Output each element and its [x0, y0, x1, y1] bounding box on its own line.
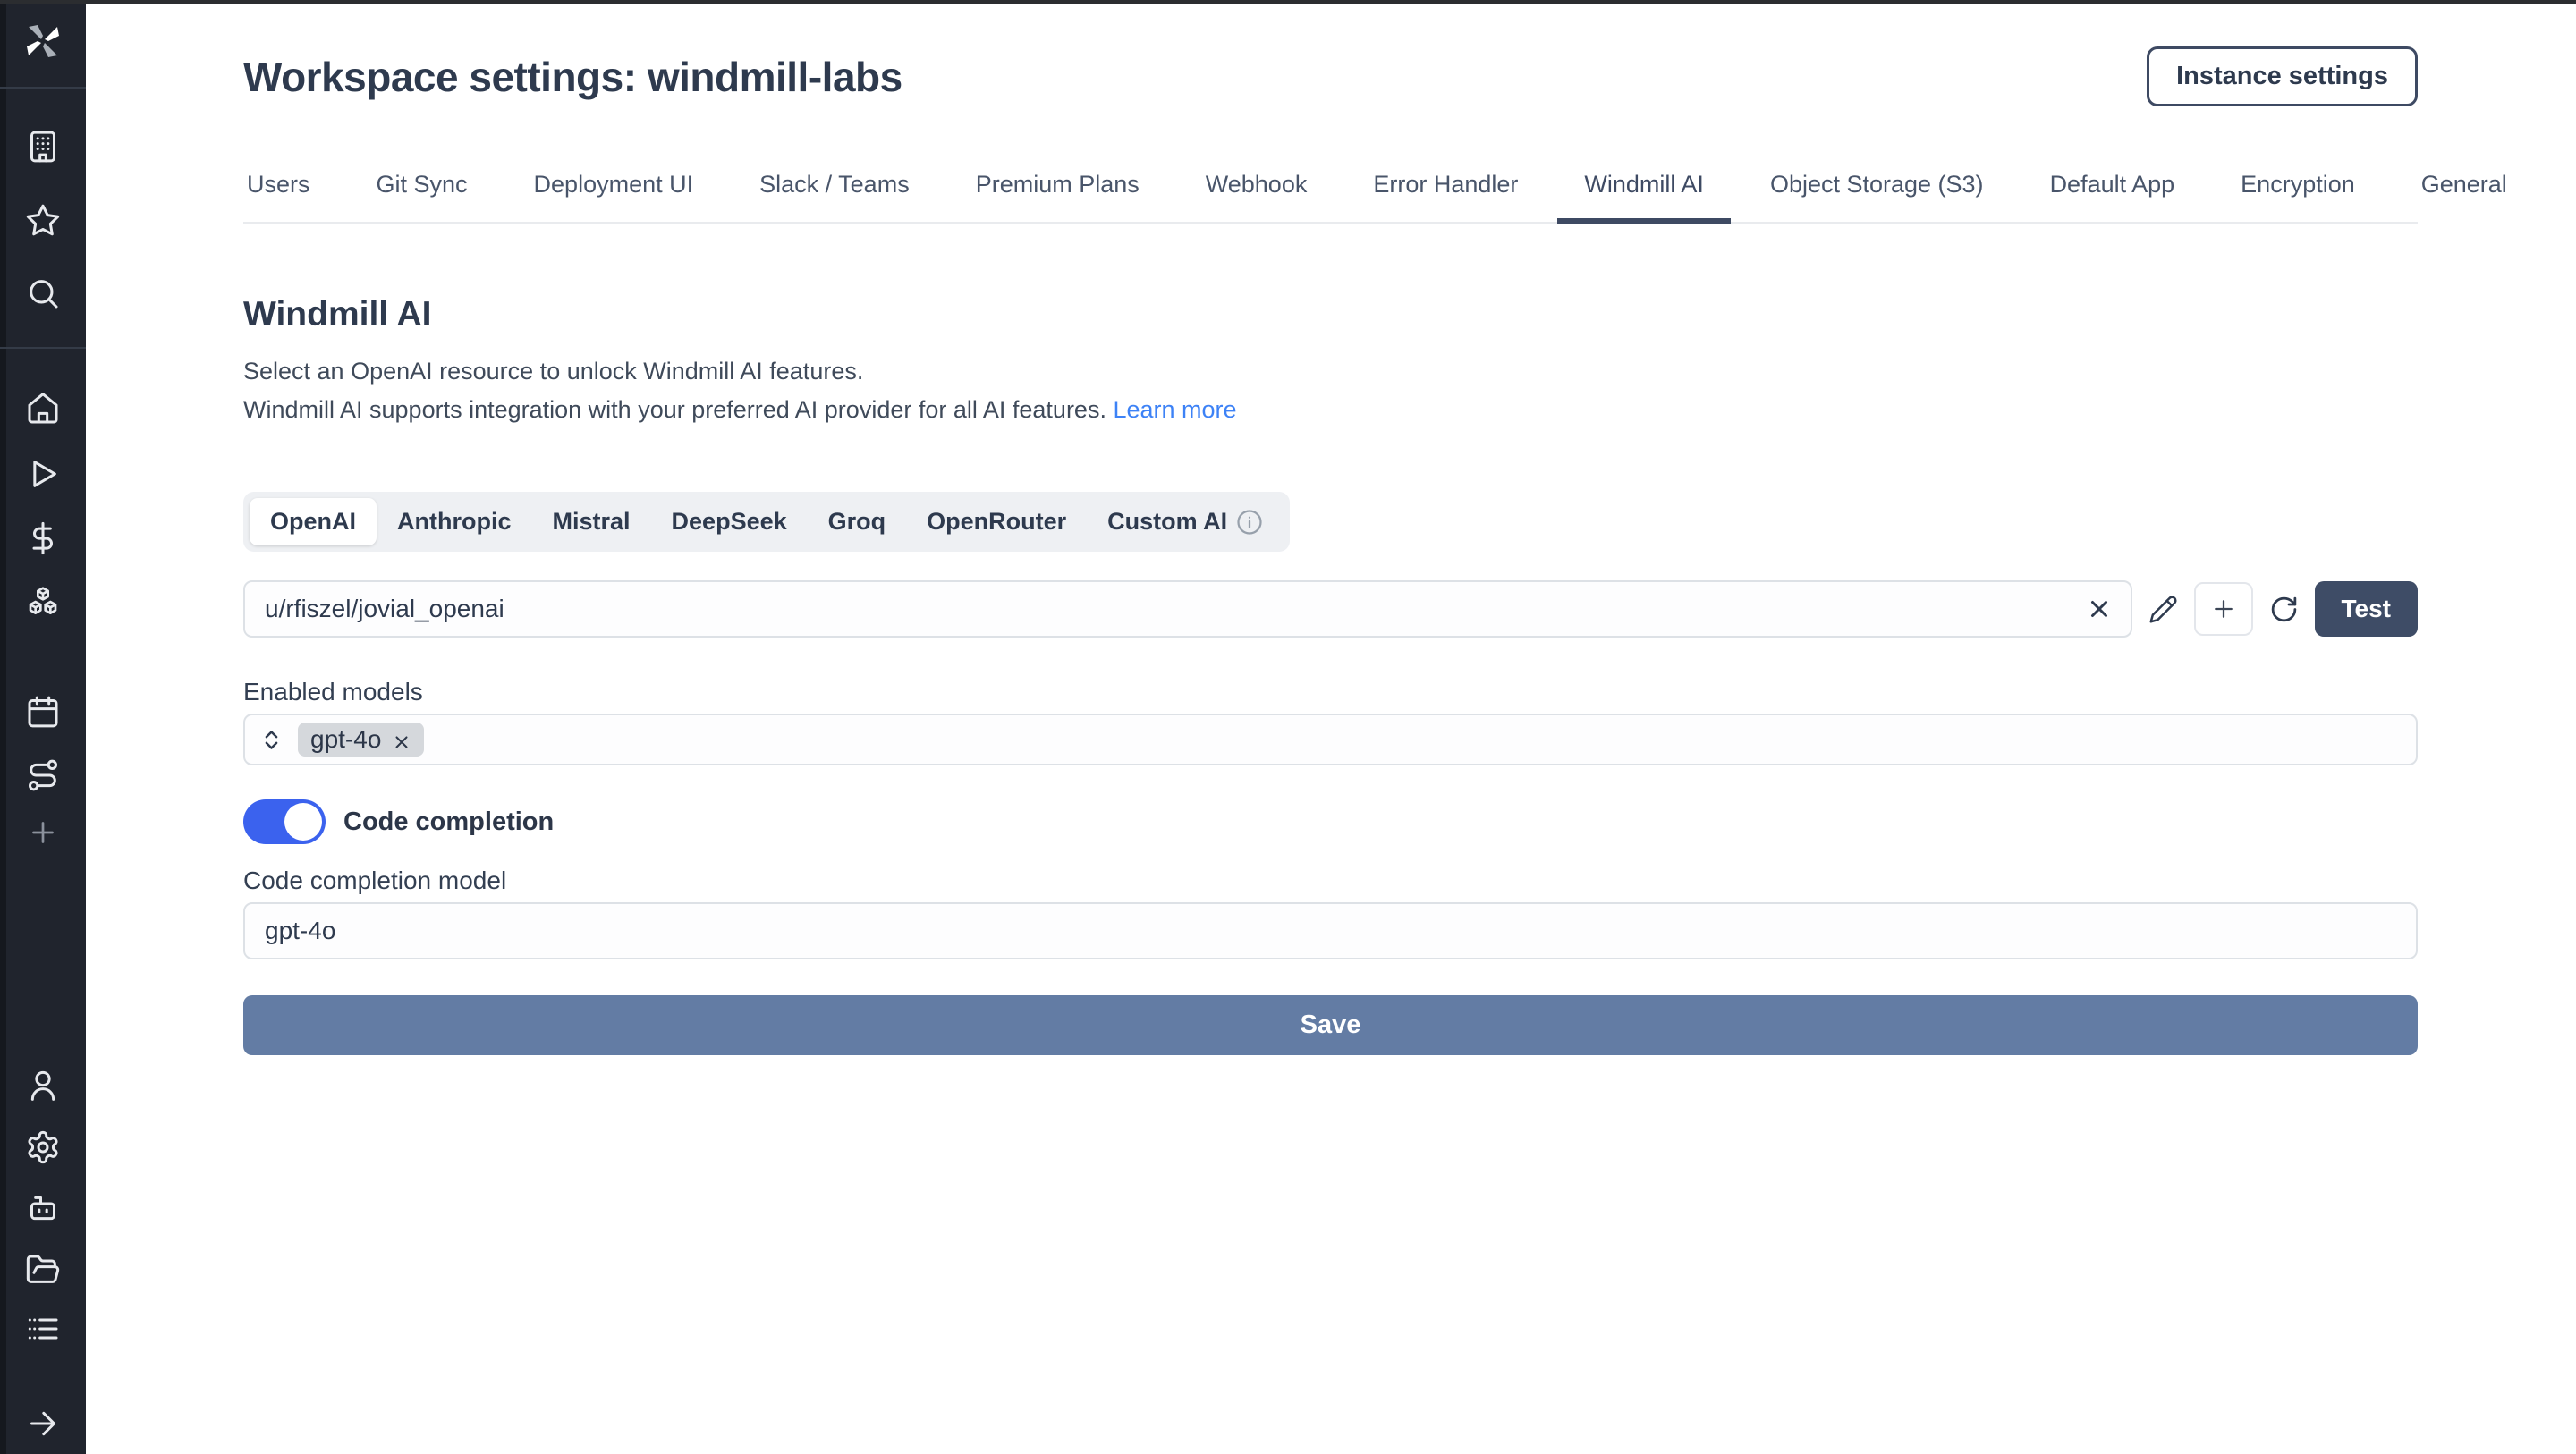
tab-deployment-ui[interactable]: Deployment UI [530, 171, 698, 222]
main-panel: Workspace settings: windmill-labs Instan… [86, 0, 2576, 1454]
refresh-icon[interactable] [2269, 595, 2299, 624]
tab-general[interactable]: General [2418, 171, 2511, 222]
account-user-icon[interactable] [25, 1068, 61, 1103]
ai-provider-tabs: OpenAI Anthropic Mistral DeepSeek Groq O… [243, 492, 1290, 552]
toggle-knob [284, 803, 322, 841]
sidebar-divider [0, 347, 86, 349]
add-resource-plus-button[interactable] [2194, 582, 2253, 636]
workspace-building-icon[interactable] [25, 129, 61, 165]
page-title: Workspace settings: windmill-labs [243, 53, 902, 101]
collapse-arrow-right-icon[interactable] [25, 1406, 61, 1441]
clear-x-icon[interactable] [2086, 596, 2113, 622]
model-tag: gpt-4o [298, 723, 424, 757]
section-description: Select an OpenAI resource to unlock Wind… [243, 352, 2418, 429]
tab-webhook[interactable]: Webhook [1202, 171, 1311, 222]
openai-resource-input[interactable] [263, 594, 2086, 624]
add-plus-icon[interactable] [25, 815, 61, 850]
code-completion-toggle[interactable] [243, 799, 326, 844]
tab-windmill-ai[interactable]: Windmill AI [1580, 171, 1707, 222]
save-button[interactable]: Save [243, 995, 2418, 1055]
resource-picker-row: Test [243, 580, 2418, 638]
tab-encryption[interactable]: Encryption [2237, 171, 2359, 222]
description-line-1: Select an OpenAI resource to unlock Wind… [243, 352, 2418, 391]
model-tag-label: gpt-4o [310, 725, 381, 754]
windmill-logo-icon[interactable] [21, 20, 64, 63]
tab-git-sync[interactable]: Git Sync [373, 171, 471, 222]
provider-openai[interactable]: OpenAI [250, 498, 377, 545]
provider-openrouter[interactable]: OpenRouter [906, 498, 1087, 545]
folder-open-icon[interactable] [25, 1252, 61, 1288]
tab-error-handler[interactable]: Error Handler [1369, 171, 1521, 222]
code-completion-row: Code completion [243, 799, 2418, 844]
enabled-models-label: Enabled models [243, 678, 2418, 706]
provider-custom-ai[interactable]: Custom AI [1087, 498, 1284, 545]
sidebar-divider [0, 87, 86, 89]
provider-anthropic[interactable]: Anthropic [377, 498, 532, 545]
provider-mistral[interactable]: Mistral [532, 498, 651, 545]
tab-slack-teams[interactable]: Slack / Teams [756, 171, 913, 222]
code-completion-label: Code completion [343, 807, 554, 837]
audit-list-icon[interactable] [25, 1311, 61, 1347]
search-icon[interactable] [25, 275, 61, 311]
tab-premium-plans[interactable]: Premium Plans [972, 171, 1143, 222]
resources-boxes-icon[interactable] [25, 585, 61, 621]
tab-default-app[interactable]: Default App [2046, 171, 2179, 222]
code-completion-model-field[interactable] [243, 902, 2418, 959]
sidebar [0, 0, 86, 1454]
ai-bot-icon[interactable] [25, 1190, 61, 1226]
flows-route-icon[interactable] [25, 757, 61, 793]
edit-pencil-icon[interactable] [2148, 595, 2178, 624]
runs-play-icon[interactable] [25, 456, 61, 492]
favorites-star-icon[interactable] [25, 202, 61, 238]
tab-object-storage-s3[interactable]: Object Storage (S3) [1767, 171, 1987, 222]
billing-dollar-icon[interactable] [25, 520, 61, 556]
code-completion-model-input[interactable] [263, 916, 2398, 946]
learn-more-link[interactable]: Learn more [1113, 396, 1236, 423]
settings-tab-bar: Users Git Sync Deployment UI Slack / Tea… [243, 171, 2418, 224]
tab-users[interactable]: Users [243, 171, 314, 222]
page-header: Workspace settings: windmill-labs Instan… [243, 0, 2418, 106]
section-heading: Windmill AI [243, 295, 2418, 334]
description-line-2: Windmill AI supports integration with yo… [243, 391, 2418, 429]
provider-groq[interactable]: Groq [808, 498, 907, 545]
test-button[interactable]: Test [2315, 581, 2419, 637]
provider-deepseek[interactable]: DeepSeek [651, 498, 808, 545]
tag-remove-x-icon[interactable] [392, 730, 411, 749]
openai-resource-field[interactable] [243, 580, 2132, 638]
instance-settings-button[interactable]: Instance settings [2147, 46, 2418, 106]
window-top-edge [0, 0, 2576, 4]
settings-gear-icon[interactable] [25, 1129, 61, 1165]
code-completion-model-label: Code completion model [243, 866, 2418, 895]
chevrons-up-down-icon[interactable] [259, 728, 284, 752]
info-icon [1236, 509, 1263, 536]
schedules-calendar-icon[interactable] [25, 694, 61, 730]
home-icon[interactable] [25, 390, 61, 426]
enabled-models-multiselect[interactable]: gpt-4o [243, 714, 2418, 765]
